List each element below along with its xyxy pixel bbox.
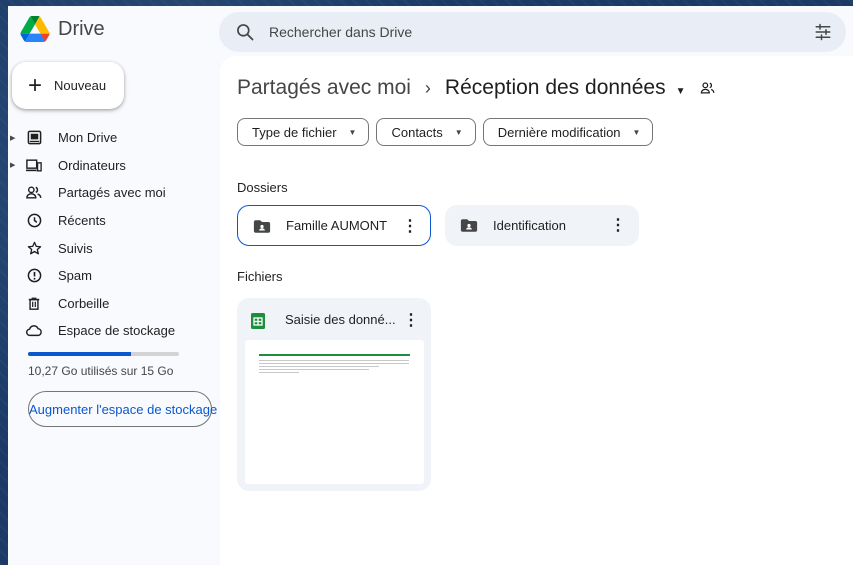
shared-icon (26, 185, 42, 201)
thumbnail-row (259, 372, 299, 373)
main-content: Partagés avec moi › Réception des donnée… (220, 56, 853, 565)
new-button-label: Nouveau (54, 78, 107, 93)
storage-usage-text: 10,27 Go utilisés sur 15 Go (28, 364, 174, 378)
folder-name: Identification (493, 218, 566, 233)
google-sheets-icon (251, 313, 265, 329)
breadcrumb-current-folder[interactable]: Réception des données ▼ (445, 76, 686, 100)
filter-chips: Type de fichier ▼ Contacts ▼ Dernière modi… (237, 118, 654, 146)
folders-section-title: Dossiers (237, 180, 288, 195)
chevron-down-icon: ▼ (348, 127, 357, 137)
shared-folder-icon (460, 219, 478, 232)
sidebar-item-label: Partagés avec moi (58, 185, 166, 201)
storage-usage-bar (28, 352, 179, 356)
sidebar-item-label: Récents (58, 213, 106, 229)
cloud-icon (26, 323, 42, 339)
breadcrumb-separator-icon: › (424, 77, 431, 98)
chevron-down-icon: ▼ (454, 127, 463, 137)
chip-label: Dernière modification (497, 124, 621, 140)
sidebar-item-recent[interactable]: Récents (8, 207, 218, 235)
trash-icon (26, 295, 42, 311)
my-drive-icon (26, 130, 42, 146)
sidebar-item-computers[interactable]: ▶ Ordinateurs (8, 152, 218, 180)
upgrade-storage-button[interactable]: Augmenter l'espace de stockage (28, 391, 217, 427)
search-input[interactable] (269, 12, 789, 52)
breadcrumb: Partagés avec moi › Réception des donnée… (237, 76, 716, 100)
sidebar-item-my-drive[interactable]: ▶ Mon Drive (8, 124, 218, 152)
sidebar-item-spam[interactable]: Spam (8, 262, 218, 290)
filter-type-chip[interactable]: Type de fichier ▼ (237, 118, 370, 146)
spam-icon (26, 268, 42, 284)
dropdown-caret-icon[interactable]: ▼ (676, 86, 686, 97)
more-options-icon[interactable]: ⋮ (401, 310, 421, 330)
sidebar-item-starred[interactable]: Suivis (8, 234, 218, 262)
sidebar-item-storage[interactable]: Espace de stockage (8, 317, 218, 345)
sidebar-item-label: Suivis (58, 240, 93, 256)
thumbnail-row (259, 366, 379, 367)
storage-usage-fill (28, 352, 132, 356)
more-options-icon[interactable]: ⋮ (400, 216, 420, 236)
file-name: Saisie des donné... (285, 312, 396, 327)
page-title: Réception des données (444, 76, 666, 99)
thumbnail-row (259, 360, 409, 361)
breadcrumb-shared-with-me[interactable]: Partagés avec moi (237, 76, 411, 100)
thumbnail-header-bar (259, 354, 410, 356)
thumbnail-row (259, 369, 369, 370)
sidebar-item-label: Mon Drive (58, 130, 118, 146)
folder-card[interactable]: Famille AUMONT ⋮ (237, 205, 431, 246)
star-icon (26, 240, 42, 256)
plus-icon: + (28, 71, 43, 99)
more-options-icon[interactable]: ⋮ (608, 215, 628, 235)
app-name: Drive (58, 17, 105, 40)
file-thumbnail (245, 340, 424, 484)
search-bar[interactable] (219, 12, 846, 52)
file-card[interactable]: Saisie des donné... ⋮ (237, 298, 431, 491)
files-section-title: Fichiers (237, 269, 283, 284)
sidebar-item-shared-with-me[interactable]: Partagés avec moi (8, 179, 218, 207)
chip-label: Type de fichier (252, 124, 337, 140)
folder-card[interactable]: Identification ⋮ (445, 205, 639, 246)
shared-folder-icon (253, 220, 271, 233)
shared-people-icon[interactable] (700, 80, 716, 96)
chip-label: Contacts (391, 124, 443, 140)
sidebar-item-label: Espace de stockage (58, 323, 176, 339)
thumbnail-row (259, 363, 409, 364)
sidebar-item-label: Ordinateurs (58, 157, 126, 173)
clock-icon (26, 213, 42, 229)
sidebar-nav: ▶ Mon Drive ▶ Ordinateurs Partagés avec … (8, 124, 218, 345)
sidebar-item-trash[interactable]: Corbeille (8, 290, 218, 318)
drive-app: Drive + Nouveau ▶ Mon Drive ▶ (8, 6, 853, 565)
filter-modified-chip[interactable]: Dernière modification ▼ (482, 118, 654, 146)
sidebar-item-label: Spam (58, 268, 92, 284)
expand-caret-icon[interactable]: ▶ (10, 134, 15, 142)
search-icon[interactable] (235, 22, 255, 42)
computers-icon (26, 157, 42, 173)
drive-logo[interactable]: Drive (20, 16, 105, 42)
filter-contacts-chip[interactable]: Contacts ▼ (376, 118, 476, 146)
new-button[interactable]: + Nouveau (12, 62, 124, 109)
search-options-icon[interactable] (814, 23, 832, 41)
sidebar-item-label: Corbeille (58, 295, 110, 311)
folder-name: Famille AUMONT (286, 218, 388, 233)
drive-logo-icon (20, 16, 50, 42)
chevron-down-icon: ▼ (632, 127, 641, 137)
expand-caret-icon[interactable]: ▶ (10, 161, 15, 169)
